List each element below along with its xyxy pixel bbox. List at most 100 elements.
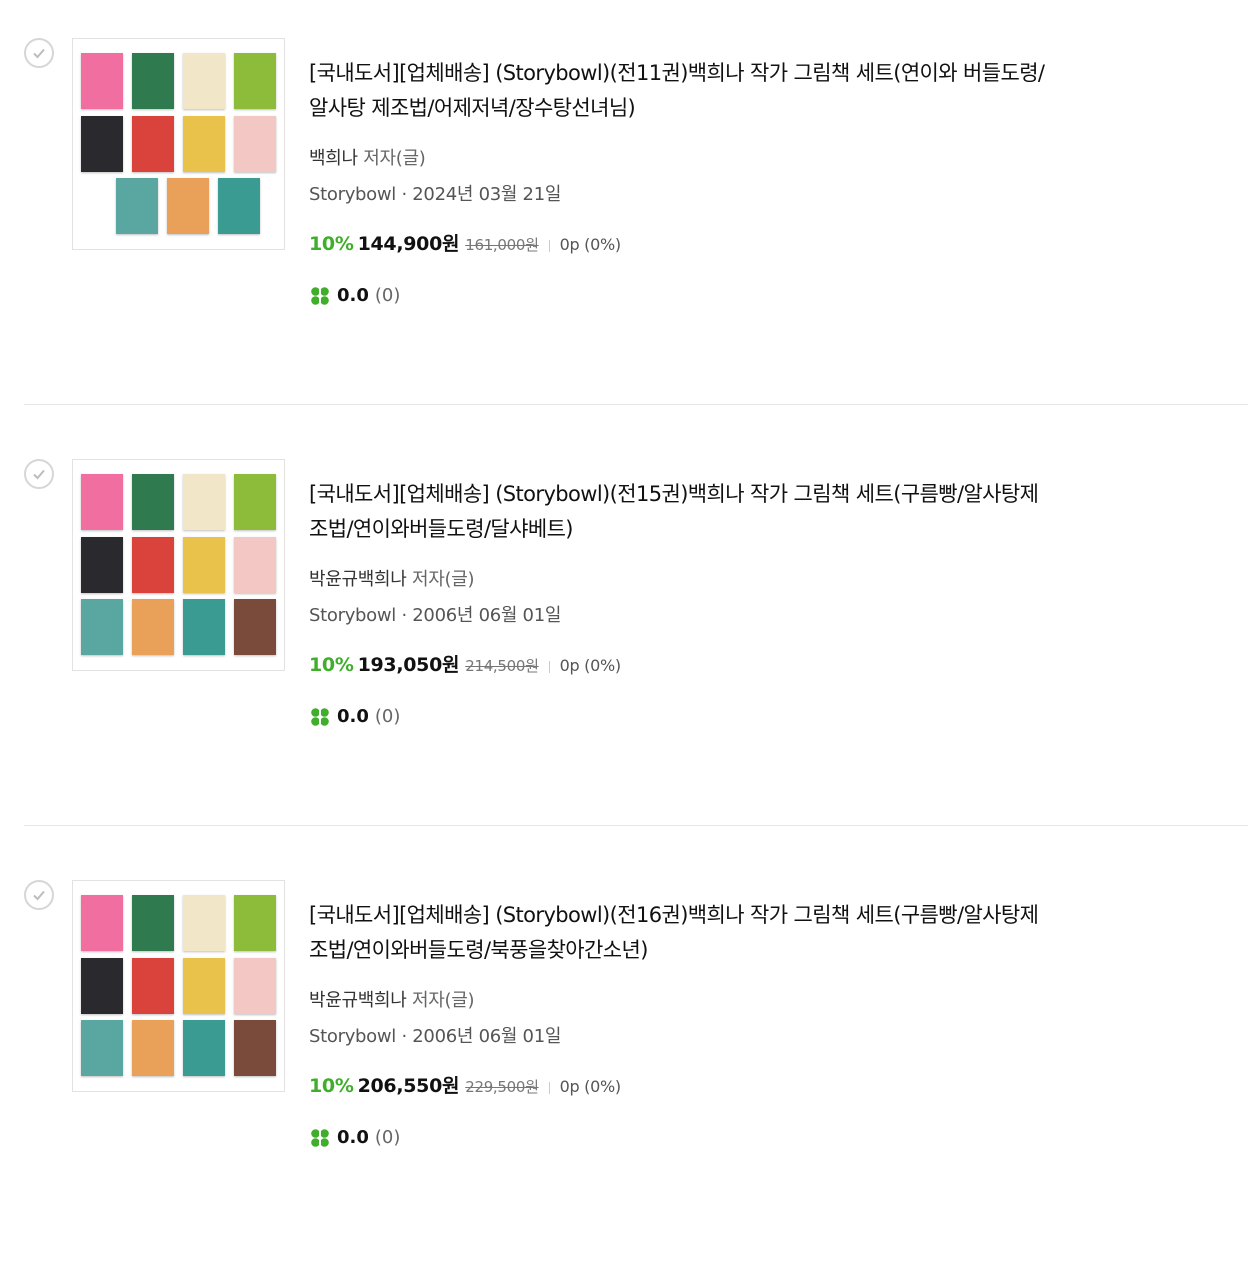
book-thumbnail xyxy=(234,1020,276,1076)
author-role: 저자(글) xyxy=(411,569,475,590)
original-price: 229,500원 xyxy=(465,1078,539,1096)
review-line[interactable]: 0.0 (0) xyxy=(309,1127,400,1148)
separator-dot: · xyxy=(401,605,407,626)
book-thumbnail xyxy=(132,537,174,593)
publisher-line: Storybowl · 2024년 03월 21일 xyxy=(309,180,561,206)
title-line-2: 조법/연이와버들도령/북풍을찾아간소년) xyxy=(309,938,648,962)
separator-dot: · xyxy=(401,184,407,205)
title-line-1: [국내도서][업체배송] (Storybowl)(전16권)백희나 작가 그림책… xyxy=(309,903,1039,927)
publisher-name[interactable]: Storybowl xyxy=(309,184,396,205)
price-line: 10% 193,050원 214,500원 0p (0%) xyxy=(309,650,621,677)
review-count: (0) xyxy=(374,706,401,727)
book-thumbnail xyxy=(183,53,225,109)
check-icon xyxy=(33,890,45,901)
book-thumbnail xyxy=(183,1020,225,1076)
author-line: 박윤규백희나 저자(글) xyxy=(309,986,475,1012)
book-thumbnail xyxy=(132,1020,174,1076)
item-divider xyxy=(24,404,1248,405)
reward-points: 0p (0%) xyxy=(559,1077,622,1096)
publisher-name[interactable]: Storybowl xyxy=(309,1026,396,1047)
book-thumbnail xyxy=(81,116,123,172)
book-thumbnail xyxy=(132,958,174,1014)
sale-price: 144,900원 xyxy=(357,233,460,255)
product-title[interactable]: [국내도서][업체배송] (Storybowl)(전16권)백희나 작가 그림책… xyxy=(309,898,1109,968)
title-line-2: 조법/연이와버들도령/달샤베트) xyxy=(309,517,574,541)
clover-icon xyxy=(311,707,329,726)
rating-score: 0.0 xyxy=(337,1127,369,1148)
book-thumbnail xyxy=(81,474,123,530)
book-thumbnail xyxy=(81,1020,123,1076)
review-count: (0) xyxy=(374,285,401,306)
review-line[interactable]: 0.0 (0) xyxy=(309,285,400,306)
book-thumbnail xyxy=(183,599,225,655)
divider-bar xyxy=(548,239,550,252)
book-cover-image[interactable] xyxy=(72,880,285,1092)
book-thumbnail xyxy=(81,895,123,951)
publish-date: 2006년 06월 01일 xyxy=(412,1026,562,1047)
book-thumbnail xyxy=(234,474,276,530)
book-thumbnail xyxy=(234,599,276,655)
author-name[interactable]: 박윤규백희나 xyxy=(309,569,407,590)
price-line: 10% 206,550원 229,500원 0p (0%) xyxy=(309,1071,621,1098)
separator-dot: · xyxy=(401,1026,407,1047)
book-thumbnail xyxy=(132,599,174,655)
book-thumbnail xyxy=(132,116,174,172)
select-checkbox[interactable] xyxy=(24,38,54,68)
book-thumbnail xyxy=(81,537,123,593)
product-item: [국내도서][업체배송] (Storybowl)(전11권)백희나 작가 그림책… xyxy=(0,0,1248,421)
publish-date: 2024년 03월 21일 xyxy=(412,184,562,205)
book-thumbnail xyxy=(81,599,123,655)
book-thumbnail xyxy=(183,958,225,1014)
price-line: 10% 144,900원 161,000원 0p (0%) xyxy=(309,229,621,256)
select-checkbox[interactable] xyxy=(24,459,54,489)
divider-bar xyxy=(548,660,550,673)
product-title[interactable]: [국내도서][업체배송] (Storybowl)(전15권)백희나 작가 그림책… xyxy=(309,477,1109,547)
product-info: [국내도서][업체배송] (Storybowl)(전15권)백희나 작가 그림책… xyxy=(309,477,1109,727)
rating-score: 0.0 xyxy=(337,706,369,727)
check-icon xyxy=(33,469,45,480)
book-thumbnail xyxy=(234,53,276,109)
book-thumbnail xyxy=(81,958,123,1014)
author-role: 저자(글) xyxy=(411,990,475,1011)
book-cover-image[interactable] xyxy=(72,459,285,671)
book-thumbnail xyxy=(218,178,260,234)
book-thumbnail xyxy=(132,53,174,109)
author-name[interactable]: 박윤규백희나 xyxy=(309,990,407,1011)
product-item: [국내도서][업체배송] (Storybowl)(전15권)백희나 작가 그림책… xyxy=(0,421,1248,842)
publisher-line: Storybowl · 2006년 06월 01일 xyxy=(309,1022,561,1048)
reward-points: 0p (0%) xyxy=(559,656,622,675)
book-thumbnail xyxy=(132,895,174,951)
author-role: 저자(글) xyxy=(363,148,426,169)
book-thumbnail xyxy=(183,116,225,172)
publisher-line: Storybowl · 2006년 06월 01일 xyxy=(309,601,561,627)
select-checkbox[interactable] xyxy=(24,880,54,910)
review-count: (0) xyxy=(374,1127,401,1148)
publish-date: 2006년 06월 01일 xyxy=(412,605,562,626)
book-cover-image[interactable] xyxy=(72,38,285,250)
publisher-name[interactable]: Storybowl xyxy=(309,605,396,626)
book-thumbnail xyxy=(183,474,225,530)
product-info: [국내도서][업체배송] (Storybowl)(전16권)백희나 작가 그림책… xyxy=(309,898,1109,1148)
title-line-1: [국내도서][업체배송] (Storybowl)(전11권)백희나 작가 그림책… xyxy=(309,61,1045,85)
author-line: 백희나 저자(글) xyxy=(309,144,426,170)
discount-rate: 10% xyxy=(309,1075,354,1097)
reward-points: 0p (0%) xyxy=(559,235,622,254)
title-line-2: 알사탕 제조법/어제저녁/장수탕선녀님) xyxy=(309,96,636,120)
author-name[interactable]: 백희나 xyxy=(309,148,358,169)
rating-score: 0.0 xyxy=(337,285,369,306)
clover-icon xyxy=(311,286,329,305)
check-icon xyxy=(33,48,45,59)
divider-bar xyxy=(548,1081,550,1094)
book-thumbnail xyxy=(234,958,276,1014)
clover-icon xyxy=(311,1128,329,1147)
product-title[interactable]: [국내도서][업체배송] (Storybowl)(전11권)백희나 작가 그림책… xyxy=(309,56,1109,126)
sale-price: 206,550원 xyxy=(357,1075,460,1097)
book-thumbnail xyxy=(183,537,225,593)
book-thumbnail xyxy=(81,53,123,109)
product-item: [국내도서][업체배송] (Storybowl)(전16권)백희나 작가 그림책… xyxy=(0,842,1248,1263)
author-line: 박윤규백희나 저자(글) xyxy=(309,565,475,591)
book-thumbnail xyxy=(234,116,276,172)
review-line[interactable]: 0.0 (0) xyxy=(309,706,400,727)
discount-rate: 10% xyxy=(309,233,354,255)
book-thumbnail xyxy=(234,537,276,593)
